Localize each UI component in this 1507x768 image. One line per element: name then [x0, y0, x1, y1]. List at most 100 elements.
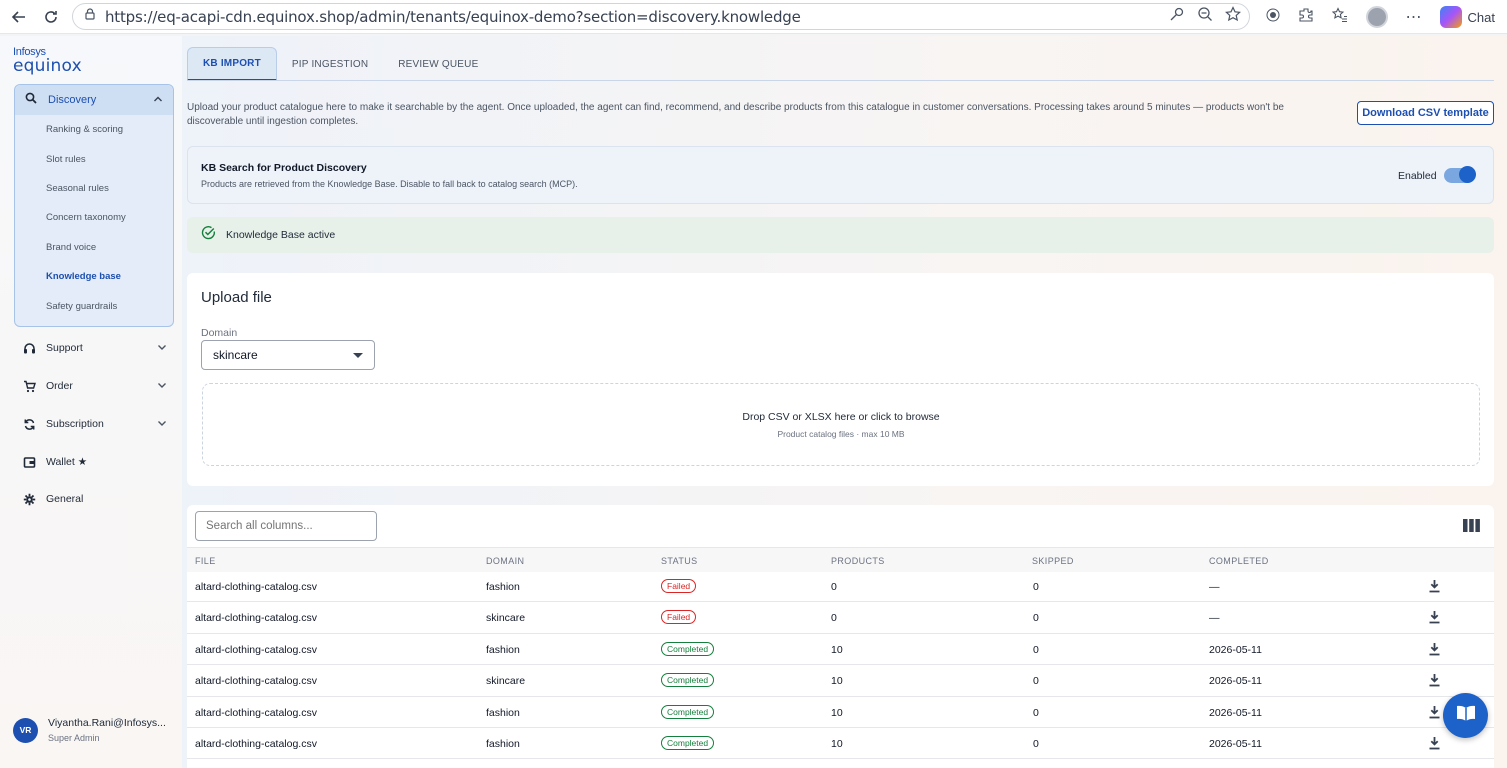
refresh-icon[interactable] — [38, 4, 64, 30]
star-icon[interactable] — [1225, 6, 1241, 27]
sidebar-item-support[interactable]: Support — [22, 335, 167, 361]
chevron-down-icon[interactable] — [157, 342, 167, 355]
search-input[interactable] — [195, 511, 377, 541]
cell-file: altard-clothing-catalog.csv — [195, 737, 317, 750]
column-header-completed[interactable]: COMPLETED — [1209, 556, 1269, 566]
url-text[interactable]: https://eq-acapi-cdn.equinox.shop/admin/… — [105, 8, 801, 26]
discovery-group: Discovery Ranking & scoring Slot rules S… — [14, 84, 174, 327]
table-row[interactable]: altard-clothing-catalog.csv fashion Comp… — [187, 697, 1494, 728]
dropzone-hint: Product catalog files · max 10 MB — [777, 429, 905, 439]
sidebar-item-ranking-scoring[interactable]: Ranking & scoring — [15, 115, 173, 144]
more-icon[interactable]: ⋯ — [1406, 7, 1422, 27]
table-row[interactable]: altard-clothing-catalog.csv skincare Fai… — [187, 602, 1494, 634]
kb-search-toggle[interactable] — [1444, 166, 1476, 183]
cell-completed: — — [1209, 612, 1220, 625]
column-header-skipped[interactable]: SKIPPED — [1032, 556, 1074, 566]
logo-main: equinox — [13, 56, 82, 76]
zoom-out-icon[interactable] — [1197, 6, 1213, 27]
cell-completed: 2026-05-11 — [1209, 643, 1262, 656]
headset-icon — [22, 342, 36, 355]
domain-value: skincare — [213, 348, 258, 362]
domain-select[interactable]: skincare — [201, 340, 375, 370]
cell-skipped: 0 — [1033, 737, 1039, 750]
cell-completed: 2026-05-11 — [1209, 706, 1262, 719]
cell-file: altard-clothing-catalog.csv — [195, 612, 317, 625]
sidebar-item-slot-rules[interactable]: Slot rules — [15, 144, 173, 173]
toggle-knob — [1459, 166, 1476, 183]
download-icon[interactable] — [1428, 705, 1441, 724]
table-row[interactable]: altard-clothing-catalog.csv skincare Com… — [187, 665, 1494, 697]
sidebar: Infosys equinox Discovery Ranking & scor… — [0, 36, 182, 768]
download-icon[interactable] — [1428, 610, 1441, 629]
column-header-file[interactable]: FILE — [195, 556, 216, 566]
sidebar-item-order[interactable]: Order — [22, 373, 167, 399]
chevron-down-icon[interactable] — [157, 380, 167, 393]
intro-text: Upload your product catalogue here to ma… — [187, 102, 1284, 127]
sidebar-item-knowledge-base[interactable]: Knowledge base — [15, 262, 173, 291]
table-header: FILE DOMAIN STATUS PRODUCTS SKIPPED COMP… — [187, 547, 1494, 572]
column-header-domain[interactable]: DOMAIN — [486, 556, 524, 566]
tab-kb-import[interactable]: KB IMPORT — [187, 47, 277, 81]
user-profile[interactable]: VR Viyantha.Rani@Infosys... Super Admin — [13, 717, 166, 743]
copilot-icon — [1439, 6, 1462, 28]
status-badge: Completed — [661, 641, 715, 656]
download-icon[interactable] — [1428, 736, 1441, 755]
table-row[interactable]: altard-clothing-catalog.csv fashion Comp… — [187, 634, 1494, 666]
chevron-up-icon[interactable] — [153, 91, 163, 109]
key-icon[interactable] — [1169, 6, 1185, 27]
cell-completed: — — [1209, 581, 1220, 593]
tab-review-queue[interactable]: REVIEW QUEUE — [383, 47, 493, 81]
table-row[interactable]: altard-clothing-catalog.csv fashion Comp… — [187, 728, 1494, 760]
chat-button[interactable]: Chat — [1439, 6, 1495, 28]
cell-completed: 2026-05-11 — [1209, 737, 1262, 750]
download-csv-template-button[interactable]: Download CSV template — [1357, 101, 1494, 125]
download-icon[interactable] — [1428, 673, 1441, 692]
download-icon[interactable] — [1428, 579, 1441, 598]
help-docs-button[interactable] — [1443, 693, 1488, 738]
column-header-products[interactable]: PRODUCTS — [831, 556, 885, 566]
cell-file: altard-clothing-catalog.csv — [195, 581, 317, 593]
profile-avatar[interactable] — [1365, 6, 1388, 28]
chat-label: Chat — [1467, 9, 1495, 25]
sidebar-item-discovery[interactable]: Discovery — [15, 85, 173, 115]
back-arrow-icon[interactable] — [6, 4, 32, 30]
cell-domain: fashion — [486, 581, 520, 593]
sidebar-item-seasonal-rules[interactable]: Seasonal rules — [15, 174, 173, 203]
lock-icon[interactable] — [83, 7, 97, 26]
cell-file: altard-clothing-catalog.csv — [195, 643, 317, 656]
cell-products: 0 — [831, 612, 837, 625]
domain-label: Domain — [201, 327, 238, 339]
equinox-logo[interactable]: Infosys equinox — [13, 47, 82, 75]
columns-icon[interactable] — [1463, 519, 1480, 537]
user-role: Super Admin — [48, 733, 100, 743]
download-icon[interactable] — [1428, 642, 1441, 661]
table-row[interactable]: altard-clothing-catalog.csv fashion Fail… — [187, 571, 1494, 603]
record-icon[interactable] — [1266, 8, 1280, 27]
sidebar-item-label: General — [46, 493, 84, 505]
status-badge: Failed — [661, 579, 697, 593]
extensions-icon[interactable] — [1298, 7, 1314, 28]
upload-card: Upload file Domain skincare Drop CSV or … — [187, 273, 1494, 486]
tab-divider — [187, 80, 1494, 81]
sidebar-item-general[interactable]: General — [22, 486, 167, 512]
column-header-status[interactable]: STATUS — [661, 556, 698, 566]
chevron-down-icon[interactable] — [157, 418, 167, 431]
favorites-icon[interactable] — [1331, 6, 1348, 28]
book-icon — [1455, 704, 1477, 727]
cell-skipped: 0 — [1033, 581, 1039, 593]
file-dropzone[interactable]: Drop CSV or XLSX here or click to browse… — [202, 383, 1480, 466]
sidebar-item-subscription[interactable]: Subscription — [22, 411, 167, 437]
dropzone-text: Drop CSV or XLSX here or click to browse — [742, 411, 940, 423]
sidebar-item-brand-voice[interactable]: Brand voice — [15, 233, 173, 262]
sidebar-item-safety-guardrails[interactable]: Safety guardrails — [15, 291, 173, 320]
sidebar-item-concern-taxonomy[interactable]: Concern taxonomy — [15, 203, 173, 232]
address-bar[interactable]: https://eq-acapi-cdn.equinox.shop/admin/… — [72, 3, 1250, 30]
gear-icon — [22, 493, 36, 506]
browser-toolbar: https://eq-acapi-cdn.equinox.shop/admin/… — [0, 0, 1507, 34]
user-name: Viyantha.Rani@Infosys... — [48, 717, 166, 729]
tab-pip-ingestion[interactable]: PIP INGESTION — [277, 47, 383, 81]
refresh-icon — [22, 418, 36, 431]
cell-skipped: 0 — [1033, 643, 1039, 656]
sidebar-item-wallet[interactable]: Wallet ★ — [22, 449, 167, 475]
sidebar-item-label: Order — [46, 380, 73, 392]
